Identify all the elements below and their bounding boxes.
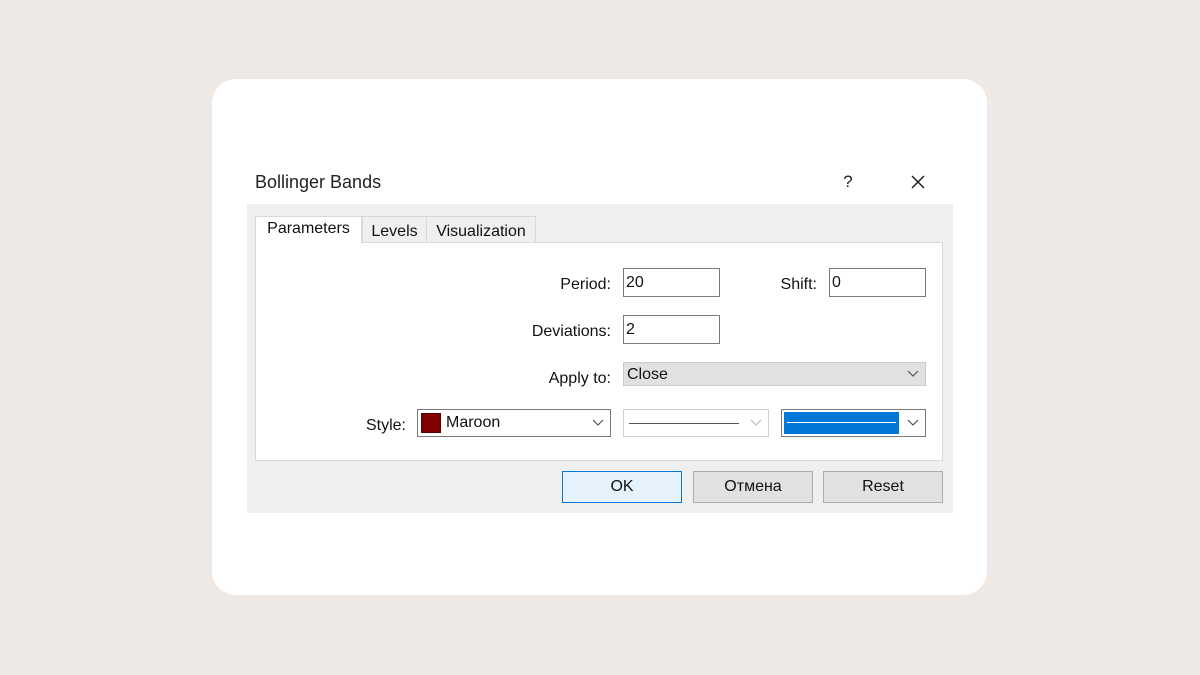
apply-to-label: Apply to: bbox=[548, 370, 611, 387]
line-width-preview bbox=[787, 422, 896, 423]
line-style-select[interactable] bbox=[623, 409, 769, 437]
help-button[interactable]: ? bbox=[838, 170, 858, 194]
chevron-down-icon bbox=[907, 419, 919, 426]
tab-parameters[interactable]: Parameters bbox=[255, 216, 362, 244]
chevron-down-icon bbox=[907, 370, 919, 377]
dialog-title: Bollinger Bands bbox=[255, 172, 382, 192]
tab-visualization[interactable]: Visualization bbox=[426, 216, 536, 242]
tab-levels[interactable]: Levels bbox=[362, 216, 427, 242]
style-label: Style: bbox=[365, 417, 406, 434]
close-button[interactable] bbox=[905, 170, 931, 194]
chevron-down-icon bbox=[592, 419, 604, 426]
ok-button[interactable]: OK bbox=[562, 471, 682, 503]
close-icon bbox=[911, 175, 925, 189]
dialog-body: Parameters Levels Visualization Period: … bbox=[247, 204, 953, 513]
parameters-panel: Period: Shift: Deviations: Apply to: Clo… bbox=[255, 242, 943, 461]
color-name: Maroon bbox=[446, 414, 501, 431]
color-swatch bbox=[421, 413, 441, 433]
deviations-label: Deviations: bbox=[531, 323, 611, 340]
shift-input[interactable] bbox=[829, 268, 926, 297]
line-width-select[interactable] bbox=[781, 409, 926, 437]
deviations-input[interactable] bbox=[623, 315, 720, 344]
period-input[interactable] bbox=[623, 268, 720, 297]
apply-to-value: Close bbox=[627, 366, 668, 383]
line-width-highlight bbox=[784, 412, 899, 434]
color-select[interactable]: Maroon bbox=[417, 409, 611, 437]
apply-to-select[interactable]: Close bbox=[623, 362, 926, 386]
cancel-button[interactable]: Отмена bbox=[693, 471, 813, 503]
line-style-preview bbox=[629, 423, 739, 424]
period-label: Period: bbox=[560, 276, 611, 293]
reset-button[interactable]: Reset bbox=[823, 471, 943, 503]
shift-label: Shift: bbox=[780, 276, 817, 293]
chevron-down-icon bbox=[750, 419, 762, 426]
